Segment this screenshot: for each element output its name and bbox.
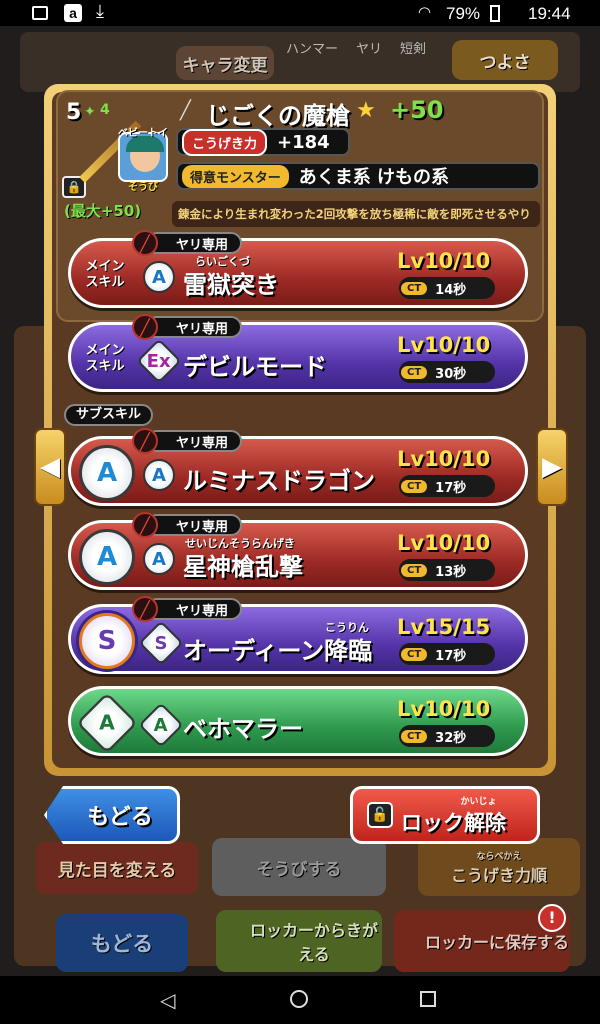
background-back-button[interactable]: もどる	[56, 914, 188, 972]
skill-cooldown: CT 17秒	[399, 643, 495, 665]
nav-recents-icon[interactable]	[420, 991, 436, 1007]
skill-level: Lv10/10	[397, 333, 491, 357]
spear-ring-icon: ╱	[132, 428, 158, 454]
skill-type-s-icon: S	[79, 613, 135, 669]
skill-cooldown: CT 17秒	[399, 475, 495, 497]
weapon-description: 錬金により生まれ変わった2回攻撃を放ち極稀に敵を即死させるやり	[172, 201, 540, 227]
skill-type-a-icon: A	[79, 529, 135, 585]
unlock-label: ロック解除	[401, 810, 506, 835]
skill-level: Lv10/10	[397, 447, 491, 471]
soubi-button[interactable]: そうびする	[212, 838, 386, 896]
spear-ring-icon: ╱	[132, 596, 158, 622]
skill-cooldown: CT 14秒	[399, 277, 495, 299]
download-icon: ⤓	[96, 1, 104, 21]
alert-icon: !	[538, 904, 566, 932]
monster-stat: 得意モンスター あくま系 けもの系	[176, 162, 540, 190]
skill-badge-s-icon: S	[138, 620, 184, 666]
clock: 19:44	[528, 4, 571, 23]
attack-value: +184	[277, 131, 330, 153]
battery-icon	[490, 5, 500, 22]
chara-change-button[interactable]: キャラ変更	[176, 46, 274, 80]
skill-badge-a-icon: A	[143, 459, 175, 491]
sub-skill-label: サブスキル	[64, 404, 154, 426]
next-arrow-button[interactable]: ▶	[536, 428, 568, 506]
portrait-sub: そうび	[128, 182, 158, 193]
attack-stat: こうげき力 +184	[176, 128, 350, 156]
spear-only-tag: ヤリ専用	[146, 232, 243, 254]
back-button[interactable]: もどる	[44, 786, 180, 844]
monster-label: 得意モンスター	[182, 164, 289, 188]
notification-icon	[32, 6, 48, 20]
prev-arrow-button[interactable]: ◀	[34, 428, 66, 506]
max-plus-label: (最大+50)	[64, 202, 142, 220]
skill-name: ルミナスドラゴン	[183, 467, 375, 495]
weapon-plus: +50	[390, 96, 444, 124]
mitame-button[interactable]: 見た目を変える	[36, 842, 198, 894]
battery-text: 79%	[446, 4, 481, 23]
spear-ring-icon: ╱	[132, 314, 158, 340]
wifi-icon: ◠	[418, 4, 432, 21]
sort-ruby: ならべかえ	[476, 851, 522, 862]
sub-skill-card-4[interactable]: A A ベホマラー Lv10/10 CT 32秒	[68, 686, 528, 756]
weapon-tab-hammer[interactable]: ハンマー	[286, 38, 338, 57]
skill-type-a-icon: A	[79, 445, 135, 501]
skill-cooldown: CT 13秒	[399, 559, 495, 581]
weapon-tab-dagger[interactable]: 短剣	[400, 38, 426, 57]
spear-only-tag: ヤリ専用	[146, 598, 243, 620]
amazon-icon: a	[64, 4, 82, 22]
weapon-thumbnail: 5 ✦ 4 🔒 ベビートイ そうび	[62, 96, 174, 200]
skill-name: 雷獄突き	[183, 271, 279, 299]
sort-button[interactable]: ならべかえ こうげき力順	[418, 838, 580, 896]
chevron-left-icon: ◀	[40, 452, 60, 482]
portrait-name: ベビートイ	[118, 128, 168, 139]
spear-only-tag: ヤリ専用	[146, 430, 243, 452]
status-bar: a ⤓ ◠ 79% 19:44	[0, 0, 600, 26]
main-skill-side-label: メイン スキル	[85, 259, 125, 290]
attack-label: こうげき力	[182, 128, 268, 156]
spear-ring-icon: ╱	[132, 512, 158, 538]
plus-small: 4	[100, 102, 110, 118]
locker-get-button[interactable]: ロッカーからきがえる	[216, 910, 382, 972]
android-navbar: ◁	[0, 976, 600, 1024]
main-skill-side-label: メイン スキル	[85, 343, 125, 374]
skill-name: デビルモード	[183, 353, 327, 381]
sort-label: こうげき力順	[450, 865, 547, 885]
nav-back-icon[interactable]: ◁	[160, 988, 175, 1012]
skill-level: Lv10/10	[397, 249, 491, 273]
monster-value: あくま系 けもの系	[298, 167, 450, 188]
spear-only-tag: ヤリ専用	[146, 514, 243, 536]
skill-cooldown: CT 32秒	[399, 725, 495, 747]
chevron-right-icon: ▶	[542, 452, 562, 482]
weapon-name: じごくの魔槍	[206, 102, 350, 130]
unlock-icon: 🔓	[367, 802, 393, 828]
skill-name: オーディーン降臨	[183, 637, 373, 665]
spear-small-icon: ╱	[180, 100, 191, 121]
stars-count: 5	[66, 100, 82, 125]
skill-type-a-icon: A	[76, 692, 138, 754]
tsuyosa-button[interactable]: つよさ	[452, 40, 558, 80]
skill-badge-a-icon: A	[143, 543, 175, 575]
skill-name: ベホマラー	[183, 715, 303, 743]
skill-level: Lv15/15	[397, 615, 491, 639]
sparkle-icon: ✦	[84, 104, 96, 120]
nav-home-icon[interactable]	[290, 990, 308, 1008]
avatar	[118, 132, 168, 182]
skill-name: 星神槍乱撃	[183, 553, 303, 581]
skill-level: Lv10/10	[397, 697, 491, 721]
spear-ring-icon: ╱	[132, 230, 158, 256]
skill-badge-ex-icon: Ex	[136, 338, 182, 384]
spear-only-tag: ヤリ専用	[146, 316, 243, 338]
weapon-tabs: ハンマー ヤリ 短剣	[286, 38, 426, 57]
unlock-ruby: かいじょ	[460, 796, 497, 807]
skill-cooldown: CT 30秒	[399, 361, 495, 383]
weapon-tab-spear[interactable]: ヤリ	[356, 38, 382, 57]
skill-badge-a-icon: A	[143, 261, 175, 293]
skill-level: Lv10/10	[397, 531, 491, 555]
star-icon: ★	[356, 98, 376, 123]
skill-badge-a-icon: A	[138, 702, 184, 748]
unlock-button[interactable]: 🔓 かいじょ ロック解除	[350, 786, 540, 844]
